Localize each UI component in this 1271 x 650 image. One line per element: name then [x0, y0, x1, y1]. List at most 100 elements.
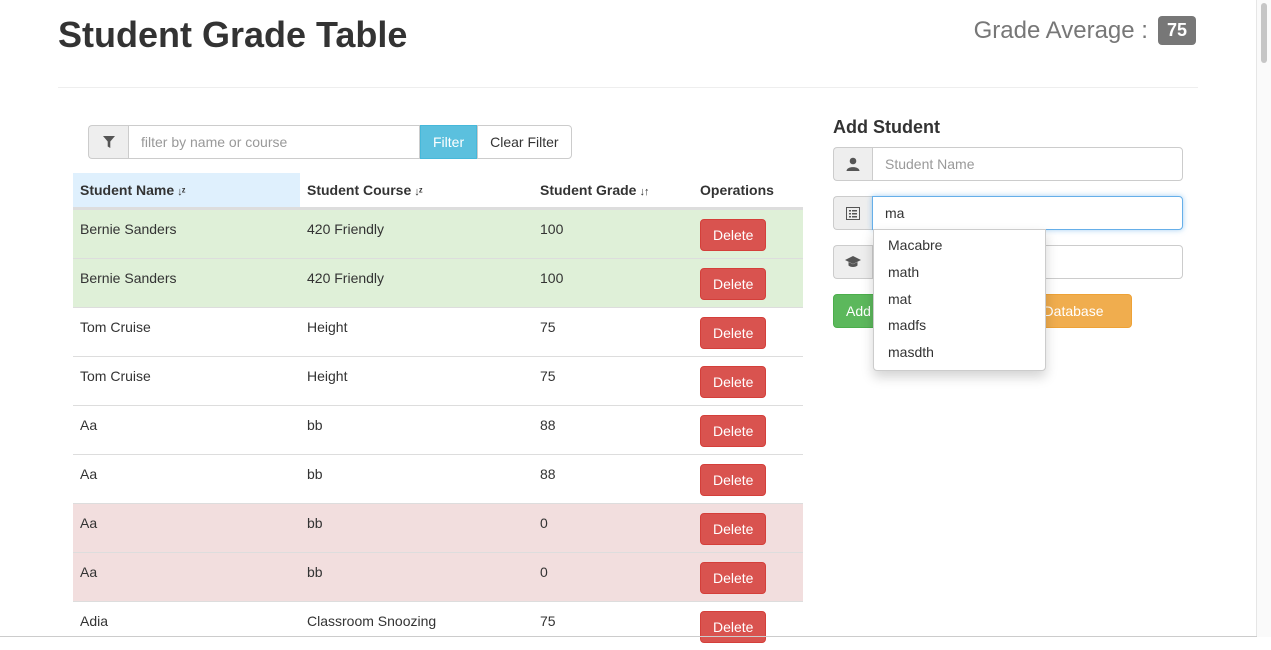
grade-table: Student Name↓ᶻ Student Course↓ᶻ Student … — [73, 173, 803, 650]
cell-name-text: Aa — [80, 504, 293, 531]
delete-button[interactable]: Delete — [700, 611, 766, 643]
list-alt-icon — [833, 196, 872, 230]
cell-grade-text: 0 — [540, 553, 686, 580]
delete-button[interactable]: Delete — [700, 366, 766, 398]
delete-button[interactable]: Delete — [700, 415, 766, 447]
table-cell-operations: Delete — [693, 455, 803, 504]
cell-grade-text: 88 — [540, 455, 686, 482]
table-row: Aabb 88 Delete — [73, 406, 803, 455]
cell-grade-text: 100 — [540, 259, 686, 286]
cell-name-text: Aa — [80, 455, 293, 482]
table-cell-operations: Delete — [693, 602, 803, 650]
cell-name-text: Bernie Sanders — [80, 259, 293, 286]
table-cell-name: Aa — [73, 455, 300, 504]
table-cell-course: bb — [300, 455, 533, 504]
table-cell-operations: Delete — [693, 357, 803, 406]
table-cell-course: bb — [300, 504, 533, 553]
table-cell-grade: 100 — [533, 209, 693, 259]
column-header-label: Operations — [700, 182, 774, 198]
table-cell-grade: 100 — [533, 259, 693, 308]
table-row: Tom CruiseHeight75Delete — [73, 308, 803, 357]
table-row: Aabb 0 Delete — [73, 504, 803, 553]
student-course-row — [833, 196, 1183, 230]
filter-input[interactable] — [128, 125, 420, 159]
user-icon — [833, 147, 872, 181]
table-cell-grade: 88 — [533, 406, 693, 455]
cell-name-text: Tom Cruise — [80, 357, 293, 384]
column-header-grade[interactable]: Student Grade↓↑ — [533, 173, 693, 209]
table-header-row: Student Name↓ᶻ Student Course↓ᶻ Student … — [73, 173, 803, 209]
table-row: AdiaClassroom Snoozing 75 Delete — [73, 602, 803, 650]
sort-alpha-down-icon: ↓ᶻ — [414, 186, 421, 198]
cell-grade-text: 75 — [540, 602, 686, 629]
table-cell-grade: 75 — [533, 357, 693, 406]
cell-grade-text: 0 — [540, 504, 686, 531]
delete-button[interactable]: Delete — [700, 562, 766, 594]
grade-average-label: Grade Average : — [974, 17, 1148, 45]
filter-button[interactable]: Filter — [420, 125, 477, 159]
table-cell-grade: 88 — [533, 455, 693, 504]
delete-button[interactable]: Delete — [700, 219, 766, 251]
cell-name-text: Aa — [80, 406, 293, 433]
table-cell-operations: Delete — [693, 259, 803, 308]
table-cell-name: Tom Cruise — [73, 308, 300, 357]
cell-grade-text: 88 — [540, 406, 686, 433]
table-cell-grade: 0 — [533, 553, 693, 602]
cell-course-text: Height — [307, 308, 526, 335]
table-cell-operations: Delete — [693, 553, 803, 602]
autocomplete-item[interactable]: masdth — [874, 339, 1045, 366]
cell-grade-text: 75 — [540, 357, 686, 384]
page-title: Student Grade Table — [58, 14, 407, 56]
cell-course-text: bb — [307, 406, 526, 433]
table-row: Aabb 0 Delete — [73, 553, 803, 602]
table-cell-operations: Delete — [693, 209, 803, 259]
table-cell-operations: Delete — [693, 504, 803, 553]
table-cell-name: Bernie Sanders — [73, 209, 300, 259]
table-cell-course: bb — [300, 553, 533, 602]
autocomplete-item[interactable]: math — [874, 259, 1045, 286]
column-header-course[interactable]: Student Course↓ᶻ — [300, 173, 533, 209]
cell-course-text: bb — [307, 504, 526, 531]
scrollbar[interactable] — [1256, 0, 1271, 637]
table-row: Aabb 88 Delete — [73, 455, 803, 504]
table-cell-course: 420 Friendly — [300, 209, 533, 259]
table-cell-grade: 75 — [533, 602, 693, 650]
student-name-row — [833, 147, 1183, 181]
delete-button[interactable]: Delete — [700, 317, 766, 349]
sort-icon: ↓↑ — [639, 186, 648, 198]
grade-average: Grade Average : 75 — [974, 16, 1196, 45]
column-header-operations: Operations — [693, 173, 803, 209]
table-cell-operations: Delete — [693, 406, 803, 455]
table-cell-course: bb — [300, 406, 533, 455]
student-name-input[interactable] — [872, 147, 1183, 181]
delete-button[interactable]: Delete — [700, 464, 766, 496]
table-row: Bernie Sanders 420 Friendly100Delete — [73, 209, 803, 259]
cell-course-text: 420 Friendly — [307, 259, 526, 286]
education-icon — [833, 245, 872, 279]
sort-alpha-down-icon: ↓ᶻ — [177, 186, 184, 198]
column-header-label: Student Grade — [540, 182, 636, 198]
column-header-label: Student Name — [80, 182, 174, 198]
delete-button[interactable]: Delete — [700, 268, 766, 300]
table-body: Bernie Sanders420 Friendly100DeleteBerni… — [73, 209, 803, 650]
table-cell-course: Classroom Snoozing — [300, 602, 533, 650]
delete-button[interactable]: Delete — [700, 513, 766, 545]
autocomplete-item[interactable]: mat — [874, 286, 1045, 313]
table-cell-name: Tom Cruise — [73, 357, 300, 406]
column-header-name[interactable]: Student Name↓ᶻ — [73, 173, 300, 209]
filter-bar: Filter Clear Filter — [88, 125, 572, 159]
scrollbar-thumb[interactable] — [1261, 3, 1267, 63]
table-cell-name: Adia — [73, 602, 300, 650]
cell-course-text: Height — [307, 357, 526, 384]
autocomplete-item[interactable]: Macabre — [874, 232, 1045, 259]
table-row: Bernie Sanders 420 Friendly 100 Delete — [73, 259, 803, 308]
autocomplete-item[interactable]: madfs — [874, 312, 1045, 339]
student-course-input[interactable] — [872, 196, 1183, 230]
header-divider — [58, 87, 1198, 88]
cell-name-text: Aa — [80, 553, 293, 580]
cell-name-text: Bernie Sanders — [80, 210, 293, 237]
column-header-label: Student Course — [307, 182, 411, 198]
clear-filter-button[interactable]: Clear Filter — [477, 125, 571, 159]
cell-course-text: bb — [307, 553, 526, 580]
grade-average-badge: 75 — [1158, 16, 1196, 45]
